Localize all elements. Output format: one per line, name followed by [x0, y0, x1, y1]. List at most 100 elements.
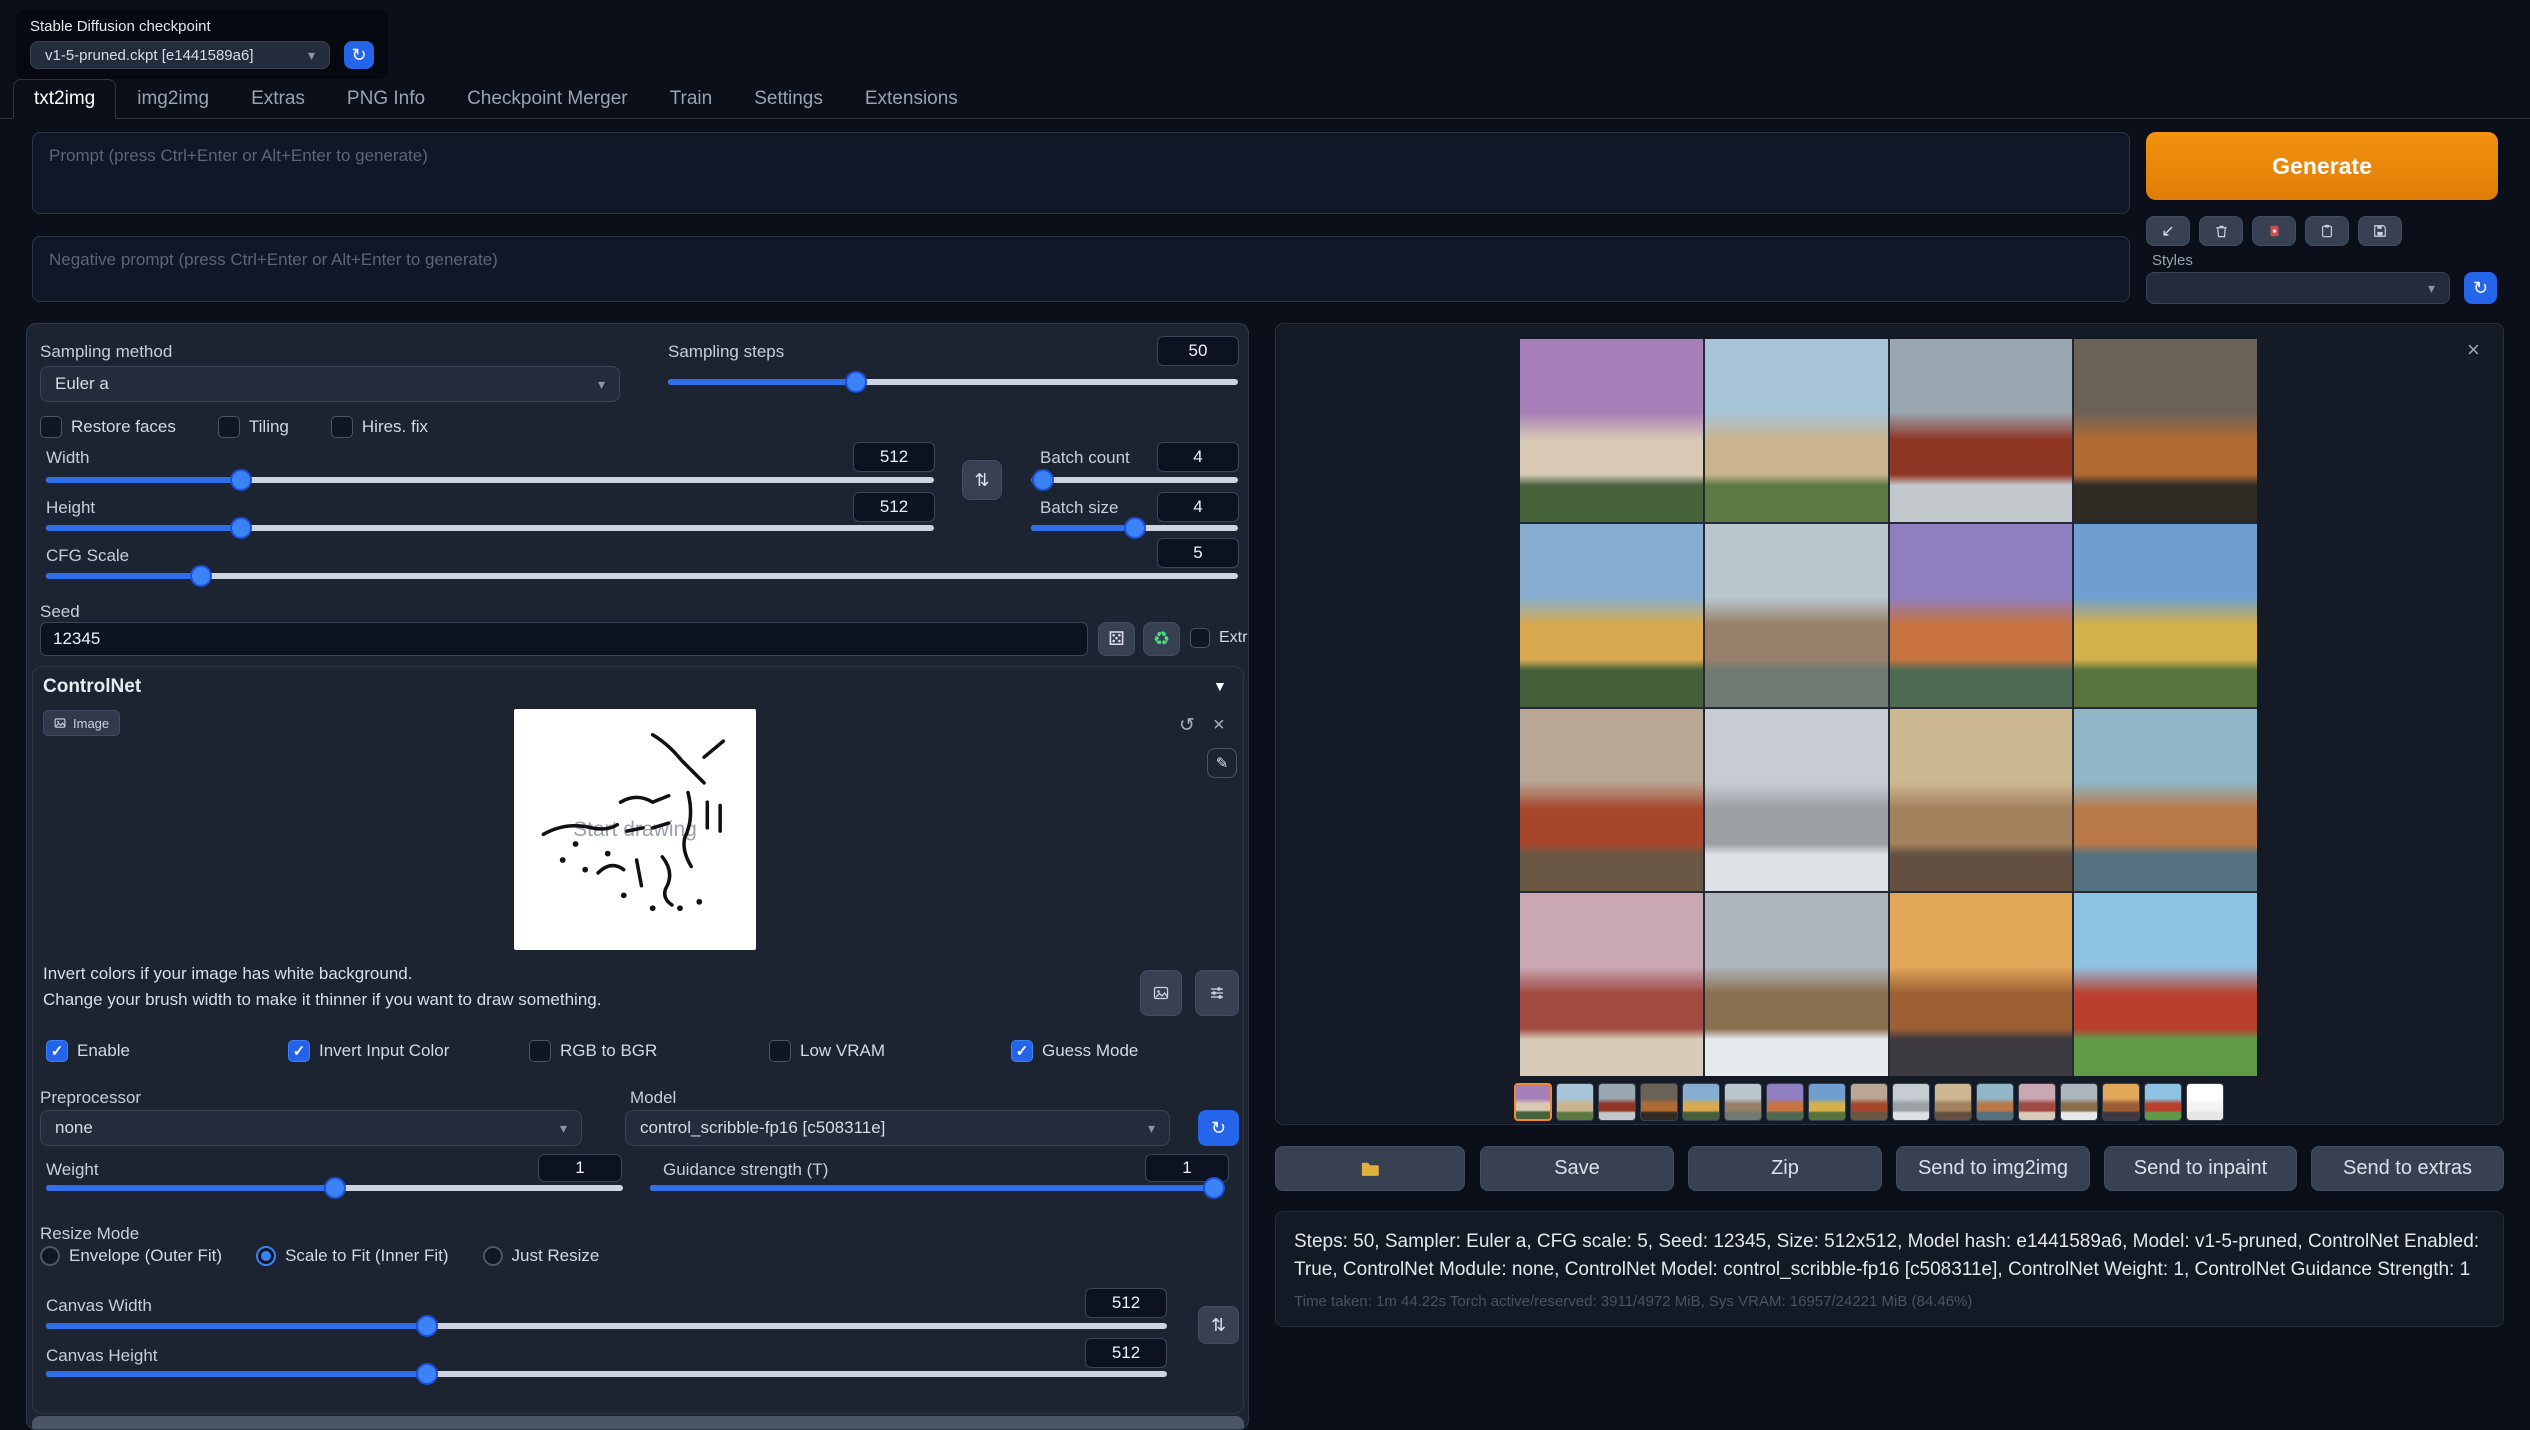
- tab-img2img[interactable]: img2img: [116, 79, 230, 119]
- canvas-clear-button[interactable]: ×: [1213, 714, 1225, 737]
- sampling-steps-slider[interactable]: [668, 370, 1238, 394]
- seed-extra-checkbox[interactable]: [1190, 628, 1210, 648]
- guess-mode-option[interactable]: Guess Mode: [1011, 1040, 1138, 1062]
- rgb-to-bgr-option[interactable]: RGB to BGR: [529, 1040, 657, 1062]
- thumbnail-image[interactable]: [2060, 1083, 2098, 1121]
- thumbnail-image[interactable]: [1850, 1083, 1888, 1121]
- invert-input-color-option[interactable]: Invert Input Color: [288, 1040, 449, 1062]
- resize-option-envelope[interactable]: Envelope (Outer Fit): [40, 1246, 222, 1266]
- low-vram-option[interactable]: Low VRAM: [769, 1040, 885, 1062]
- thumbnail-image[interactable]: [1934, 1083, 1972, 1121]
- preprocessor-dropdown[interactable]: none ▾: [40, 1110, 582, 1146]
- gallery-image[interactable]: [1890, 893, 2073, 1076]
- gallery-image[interactable]: [1705, 524, 1888, 707]
- gallery-image[interactable]: [2074, 524, 2257, 707]
- thumbnail-image[interactable]: [1766, 1083, 1804, 1121]
- random-seed-button[interactable]: ⚄: [1098, 622, 1135, 656]
- thumbnail-image[interactable]: [1598, 1083, 1636, 1121]
- thumbnail-image[interactable]: [1976, 1083, 2014, 1121]
- canvas-width-slider[interactable]: [46, 1314, 1167, 1338]
- rgb-to-bgr-checkbox[interactable]: [529, 1040, 551, 1062]
- tab-extras[interactable]: Extras: [230, 79, 326, 119]
- new-canvas-button[interactable]: [1140, 970, 1182, 1016]
- slider-handle[interactable]: [845, 371, 867, 393]
- sampling-method-dropdown[interactable]: Euler a ▾: [40, 366, 620, 402]
- gallery-image[interactable]: [1520, 709, 1703, 892]
- cfg-scale-slider[interactable]: [46, 564, 1238, 588]
- controlnet-canvas[interactable]: Start drawing: [514, 709, 756, 950]
- width-slider[interactable]: [46, 468, 934, 492]
- send-to-inpaint-button[interactable]: Send to inpaint: [2104, 1146, 2297, 1191]
- tiling-option[interactable]: Tiling: [218, 416, 289, 438]
- slider-handle[interactable]: [230, 517, 252, 539]
- gallery-image[interactable]: [1890, 524, 2073, 707]
- slider-handle[interactable]: [230, 469, 252, 491]
- resize-option-just-resize[interactable]: Just Resize: [483, 1246, 600, 1266]
- tab-extensions[interactable]: Extensions: [844, 79, 979, 119]
- gallery-image[interactable]: [1705, 709, 1888, 892]
- thumbnail-image[interactable]: [1724, 1083, 1762, 1121]
- enable-checkbox[interactable]: [46, 1040, 68, 1062]
- canvas-height-slider[interactable]: [46, 1362, 1167, 1386]
- thumbnail-image[interactable]: [1892, 1083, 1930, 1121]
- canvas-brush-button[interactable]: ✎: [1207, 748, 1237, 778]
- extra-networks-button[interactable]: [2252, 216, 2296, 246]
- save-button[interactable]: Save: [1480, 1146, 1674, 1191]
- invert-input-color-checkbox[interactable]: [288, 1040, 310, 1062]
- slider-handle[interactable]: [324, 1177, 346, 1199]
- thumbnail-image[interactable]: [2102, 1083, 2140, 1121]
- gallery-image[interactable]: [1890, 709, 2073, 892]
- thumbnail-image[interactable]: [1514, 1083, 1552, 1121]
- close-gallery-button[interactable]: ×: [2467, 337, 2480, 363]
- gallery-image[interactable]: [1520, 339, 1703, 522]
- gallery-image[interactable]: [1705, 893, 1888, 1076]
- refresh-checkpoint-button[interactable]: ↻: [344, 41, 374, 69]
- low-vram-checkbox[interactable]: [769, 1040, 791, 1062]
- zip-button[interactable]: Zip: [1688, 1146, 1882, 1191]
- height-slider[interactable]: [46, 516, 934, 540]
- resize-envelope-radio[interactable]: [40, 1246, 60, 1266]
- controlnet-enable-option[interactable]: Enable: [46, 1040, 130, 1062]
- gallery-image[interactable]: [1520, 893, 1703, 1076]
- clear-prompt-button[interactable]: [2199, 216, 2243, 246]
- send-to-extras-button[interactable]: Send to extras: [2311, 1146, 2504, 1191]
- thumbnail-image[interactable]: [1556, 1083, 1594, 1121]
- reuse-seed-button[interactable]: ♻: [1143, 622, 1180, 656]
- batch-count-slider[interactable]: [1031, 468, 1238, 492]
- tiling-checkbox[interactable]: [218, 416, 240, 438]
- slider-handle[interactable]: [1203, 1177, 1225, 1199]
- slider-handle[interactable]: [416, 1363, 438, 1385]
- thumbnail-image[interactable]: [2018, 1083, 2056, 1121]
- controlnet-image-tab[interactable]: Image: [43, 710, 120, 736]
- generate-button[interactable]: Generate: [2146, 132, 2498, 200]
- resize-scale-to-fit-radio[interactable]: [256, 1246, 276, 1266]
- thumbnail-image[interactable]: [2144, 1083, 2182, 1121]
- open-folder-button[interactable]: [1275, 1146, 1465, 1191]
- hires-fix-checkbox[interactable]: [331, 416, 353, 438]
- swap-width-height-button[interactable]: ⇅: [962, 460, 1002, 500]
- guidance-strength-slider[interactable]: [650, 1176, 1220, 1200]
- tab-txt2img[interactable]: txt2img: [13, 79, 116, 119]
- resize-just-resize-radio[interactable]: [483, 1246, 503, 1266]
- gallery-image[interactable]: [1705, 339, 1888, 522]
- gallery-image[interactable]: [2074, 893, 2257, 1076]
- thumbnail-image[interactable]: [1682, 1083, 1720, 1121]
- swap-canvas-dimensions-button[interactable]: ⇅: [1198, 1306, 1239, 1344]
- controlnet-collapse-button[interactable]: ▼: [1213, 678, 1227, 694]
- tab-settings[interactable]: Settings: [733, 79, 844, 119]
- refresh-styles-button[interactable]: ↻: [2464, 272, 2497, 304]
- save-style-button[interactable]: [2358, 216, 2402, 246]
- tab-checkpoint-merger[interactable]: Checkpoint Merger: [446, 79, 649, 119]
- styles-dropdown[interactable]: ▾: [2146, 272, 2450, 304]
- slider-handle[interactable]: [190, 565, 212, 587]
- gallery-image[interactable]: [2074, 339, 2257, 522]
- gallery-image[interactable]: [2074, 709, 2257, 892]
- seed-extra-option[interactable]: Extra: [1190, 628, 1249, 648]
- batch-size-slider[interactable]: [1031, 516, 1238, 540]
- checkpoint-dropdown[interactable]: v1-5-pruned.ckpt [e1441589a6] ▾: [30, 41, 330, 69]
- gallery-image[interactable]: [1890, 339, 2073, 522]
- slider-handle[interactable]: [1032, 469, 1054, 491]
- tab-png-info[interactable]: PNG Info: [326, 79, 446, 119]
- send-to-img2img-button[interactable]: Send to img2img: [1896, 1146, 2090, 1191]
- prompt-input[interactable]: [32, 132, 2130, 214]
